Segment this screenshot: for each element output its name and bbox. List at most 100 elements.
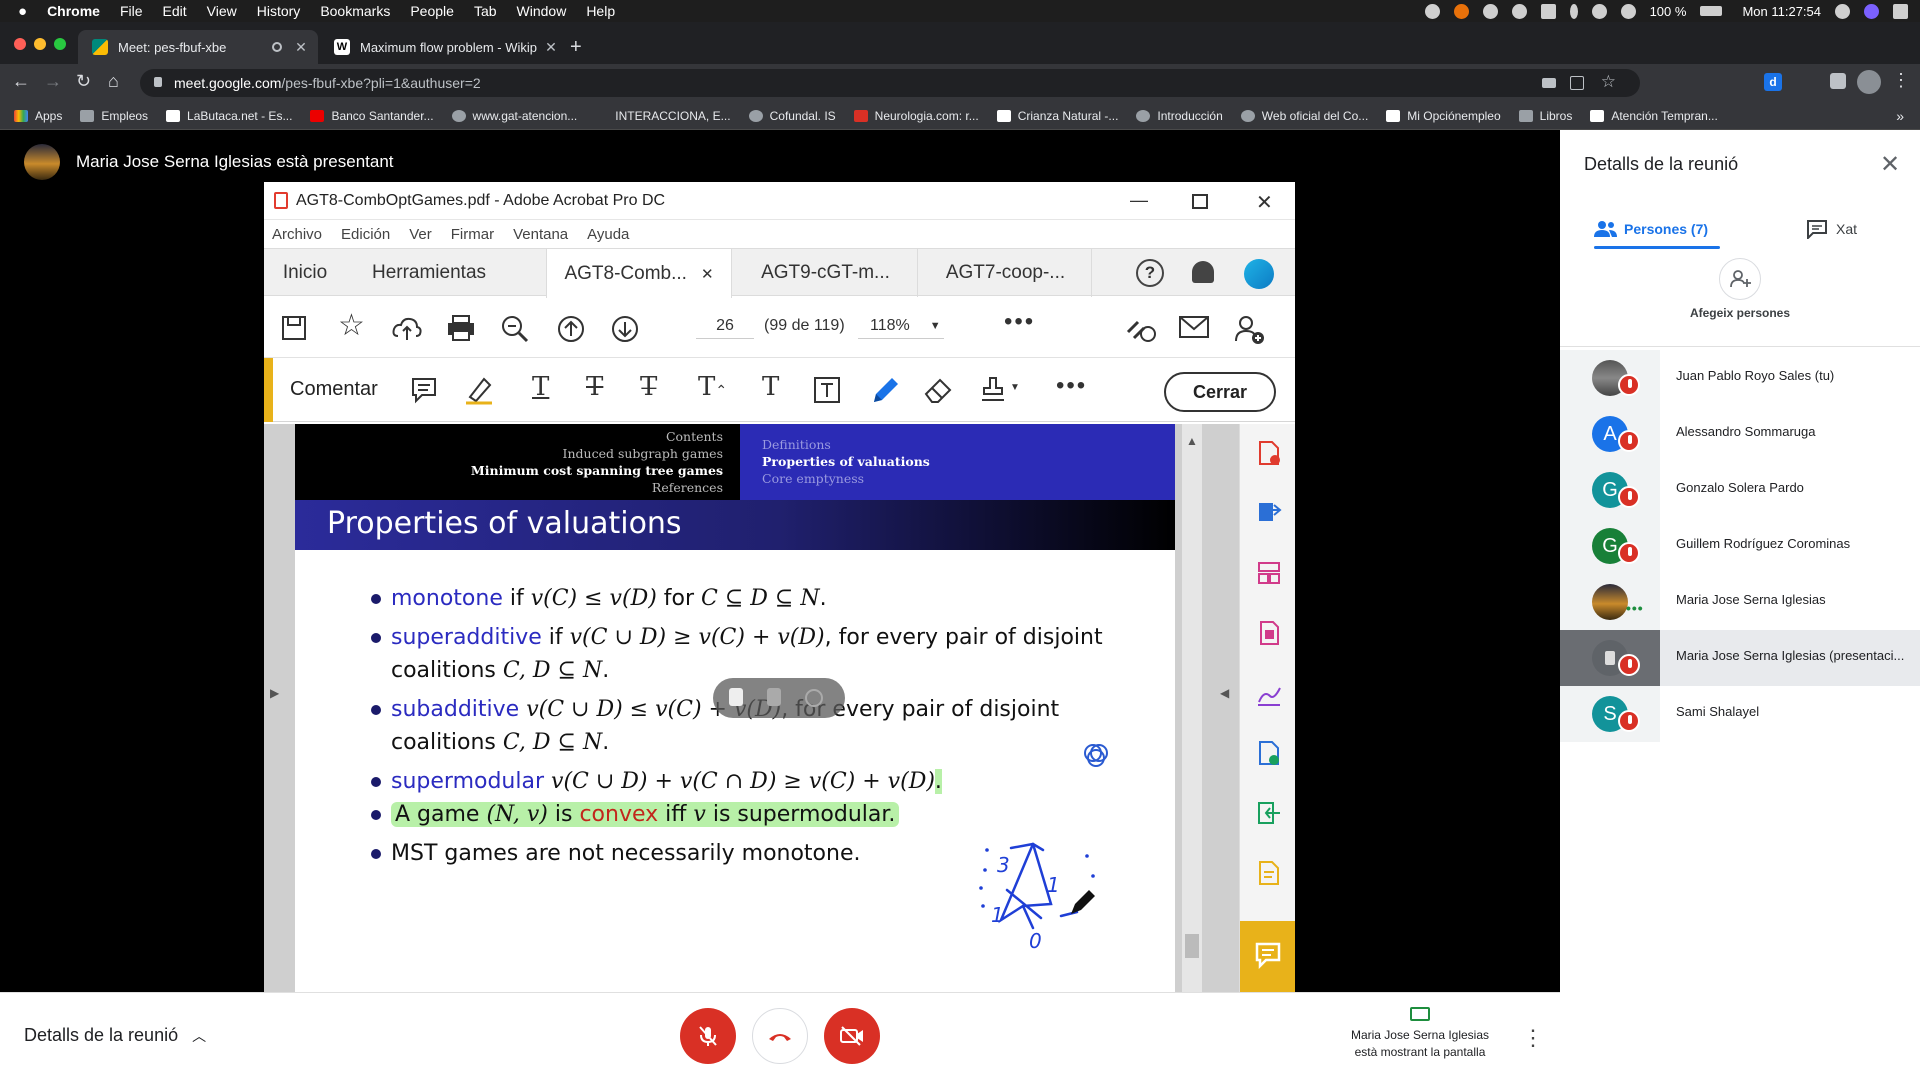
menu-history[interactable]: History [257, 3, 301, 19]
notifications-bell-icon[interactable] [1192, 261, 1214, 283]
more-tools-icon[interactable]: ••• [1004, 308, 1035, 336]
bookmark-item[interactable]: Banco Santander... [310, 109, 434, 123]
status-app-icon[interactable] [1453, 3, 1469, 19]
spotlight-icon[interactable] [1835, 3, 1850, 19]
print-icon[interactable] [446, 314, 476, 342]
minimize-icon[interactable]: — [1130, 190, 1148, 211]
add-text-icon[interactable]: T [762, 372, 779, 402]
bookmark-item[interactable]: Neurologia.com: r... [853, 109, 979, 123]
menu-window[interactable]: Window [517, 3, 567, 19]
floating-annotation-toolbar[interactable] [713, 678, 845, 718]
insert-text-icon[interactable]: T⌃ [698, 372, 727, 402]
apple-icon[interactable]: ● [18, 3, 27, 20]
bookmark-item[interactable]: Web oficial del Co... [1240, 109, 1368, 123]
camera-toggle-button[interactable] [824, 1008, 880, 1064]
translate-icon[interactable] [1570, 76, 1584, 90]
save-icon[interactable] [280, 314, 308, 342]
chrome-menu-icon[interactable]: ⋮ [1892, 70, 1910, 91]
maximize-icon[interactable] [1192, 194, 1208, 209]
tab-inicio[interactable]: Inicio [272, 249, 338, 297]
stamp-icon[interactable] [976, 374, 1010, 406]
new-tab-button[interactable]: + [570, 36, 582, 59]
airplay-icon[interactable] [1540, 3, 1556, 19]
camera-in-use-icon[interactable] [1542, 78, 1556, 88]
close-icon[interactable]: ✕ [1880, 150, 1900, 179]
scrollbar-thumb[interactable] [1185, 934, 1199, 958]
comment-tool-active[interactable] [1240, 921, 1295, 992]
wifi-icon[interactable] [1591, 3, 1607, 19]
siri-icon[interactable] [1864, 3, 1879, 19]
right-panel-toggle-icon[interactable]: ◀ [1220, 686, 1229, 700]
participant-row[interactable]: G Gonzalo Solera Pardo [1560, 462, 1920, 518]
extension-icon[interactable]: d [1764, 73, 1782, 91]
bookmark-item[interactable]: INTERACCIONA, E... [615, 109, 730, 123]
minus-circle-icon[interactable] [805, 689, 823, 707]
page-up-icon[interactable] [556, 314, 586, 344]
comment-doc-icon[interactable] [1256, 860, 1282, 886]
email-icon[interactable] [1178, 314, 1210, 340]
menu-archivo[interactable]: Archivo [272, 226, 322, 243]
menu-edit[interactable]: Edit [163, 3, 187, 19]
status-app-icon[interactable] [1511, 3, 1527, 19]
menu-app-name[interactable]: Chrome [47, 3, 100, 19]
bookmark-item[interactable]: Empleos [80, 109, 148, 123]
extensions-puzzle-icon[interactable] [1830, 73, 1846, 89]
page-down-icon[interactable] [610, 314, 640, 344]
export-pdf-icon[interactable] [1256, 500, 1282, 526]
more-tools-icon[interactable]: ••• [1056, 372, 1087, 400]
create-pdf-icon[interactable] [1256, 440, 1282, 466]
presenting-indicator[interactable]: Maria Jose Serna Iglesias està mostrant … [1340, 1007, 1500, 1061]
tab-wikipedia[interactable]: W Maximum flow problem - Wikip ✕ [320, 30, 568, 64]
organize-pages-icon[interactable] [1256, 560, 1282, 586]
bookmark-item[interactable]: Mi Opciónempleo [1386, 109, 1501, 123]
fill-sign-icon[interactable] [1256, 680, 1282, 706]
menu-edicion[interactable]: Edición [341, 226, 390, 243]
tab-doc-agt7[interactable]: AGT7-coop-... [920, 249, 1092, 297]
upload-cloud-icon[interactable] [392, 314, 422, 342]
sticky-note-icon[interactable] [410, 376, 438, 404]
more-options-icon[interactable]: ⋮ [1522, 1025, 1544, 1051]
menu-ver[interactable]: Ver [409, 226, 432, 243]
tab-people[interactable]: Persones (7) [1594, 210, 1708, 248]
volume-icon[interactable] [1620, 3, 1636, 19]
hand-icon[interactable] [767, 688, 781, 706]
tab-close-icon[interactable]: ✕ [542, 39, 560, 56]
participant-row[interactable]: Maria Jose Serna Iglesias (presentaci... [1560, 630, 1920, 686]
compress-pdf-icon[interactable] [1256, 800, 1282, 826]
help-icon[interactable]: ? [1136, 259, 1164, 287]
participant-row[interactable]: G Guillem Rodríguez Corominas [1560, 518, 1920, 574]
menu-ayuda[interactable]: Ayuda [587, 226, 629, 243]
loop-icon[interactable] [1081, 740, 1111, 770]
tab-herramientas[interactable]: Herramientas [360, 249, 498, 297]
menu-file[interactable]: File [120, 3, 143, 19]
participant-row[interactable]: Juan Pablo Royo Sales (tu) [1560, 350, 1920, 406]
battery-icon[interactable] [1700, 6, 1723, 16]
menu-people[interactable]: People [410, 3, 454, 19]
tab-doc-agt9[interactable]: AGT9-cGT-m... [734, 249, 918, 297]
menu-help[interactable]: Help [586, 3, 615, 19]
participant-row[interactable]: S Sami Shalayel [1560, 686, 1920, 742]
tab-chat[interactable]: Xat [1806, 210, 1857, 248]
bookmark-item[interactable]: Cofundal. IS [748, 109, 836, 123]
bluetooth-icon[interactable] [1569, 3, 1578, 19]
window-zoom-button[interactable] [54, 38, 66, 50]
bookmark-item[interactable]: www.gat-atencion... [451, 109, 577, 123]
bookmarks-overflow-icon[interactable]: » [1896, 108, 1904, 124]
chevron-down-icon[interactable]: ▼ [1010, 382, 1020, 393]
menu-tab[interactable]: Tab [474, 3, 497, 19]
zoom-select[interactable]: 118% ▼ [858, 313, 944, 339]
menu-view[interactable]: View [207, 3, 237, 19]
tab-meet[interactable]: Meet: pes-fbuf-xbe ✕ [78, 30, 318, 64]
profile-avatar[interactable] [1857, 70, 1881, 94]
reload-icon[interactable]: ↻ [76, 71, 91, 92]
left-panel-toggle-icon[interactable]: ▶ [270, 686, 279, 700]
status-app-icon[interactable] [1424, 3, 1440, 19]
strikethrough-text-icon[interactable]: T [586, 372, 603, 402]
address-bar[interactable]: meet.google.com/pes-fbuf-xbe?pli=1&authu… [140, 69, 1640, 97]
menu-ventana[interactable]: Ventana [513, 226, 568, 243]
tab-close-icon[interactable]: ✕ [701, 265, 714, 283]
eraser-icon[interactable] [922, 374, 954, 406]
pin-icon[interactable] [729, 688, 743, 706]
bookmark-item[interactable]: Atención Tempran... [1590, 109, 1718, 123]
close-icon[interactable]: ✕ [1256, 190, 1273, 215]
